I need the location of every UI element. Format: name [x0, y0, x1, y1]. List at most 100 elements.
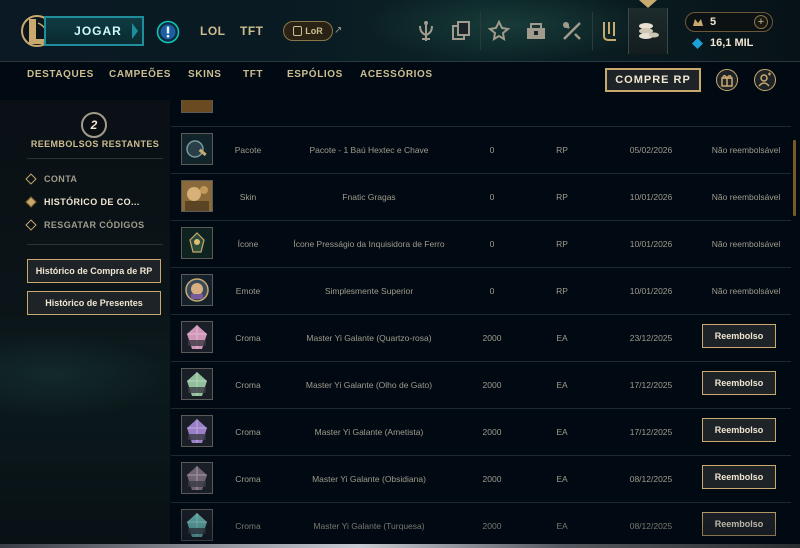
purchase-history-table: Pacote Pacote - 1 Baú Hextec e Chave 0 RP 05…	[171, 100, 791, 548]
refund-button[interactable]: Reembolso	[702, 324, 776, 348]
table-row: Croma Master Yi Galante (Turquesa) 2000 EA 0…	[171, 502, 791, 548]
buy-rp-label: COMPRE RP	[615, 74, 691, 86]
crafting-icon[interactable]	[486, 18, 512, 44]
sidebar-item-label: CONTA	[44, 174, 78, 184]
store-nav-loot[interactable]: ESPÓLIOS	[287, 69, 343, 80]
lor-button[interactable]: LoR	[283, 21, 333, 41]
play-button-label: JOGAR	[74, 24, 122, 38]
mode-lol-link[interactable]: LOL	[200, 24, 226, 38]
item-type: Emote	[235, 286, 261, 296]
diamond-icon	[25, 219, 37, 231]
store-nav-accessories[interactable]: ACESSÓRIOS	[360, 69, 433, 80]
item-type: Croma	[235, 333, 261, 343]
item-name: Master Yi Galante (Turquesa)	[313, 521, 425, 531]
nav-divider	[592, 12, 593, 50]
refund-status: Não reembolsável	[711, 286, 781, 296]
rp-icon	[692, 16, 704, 28]
table-row: Croma Master Yi Galante (Ametista) 2000 EA 1…	[171, 408, 791, 455]
item-cost: 2000	[482, 333, 502, 343]
active-tab-indicator	[639, 0, 657, 8]
sidebar-divider	[27, 158, 163, 159]
chroma-icon	[181, 415, 213, 447]
refunds-remaining-count: 2	[81, 112, 107, 138]
hextec-chest-icon	[181, 133, 213, 165]
item-currency: RP	[556, 239, 568, 249]
play-button[interactable]: JOGAR	[44, 16, 144, 46]
item-cost: 2000	[482, 427, 502, 437]
sidebar-item-label: HISTÓRICO DE CO...	[44, 197, 140, 207]
item-name: Ícone Presságio da Inquisidora de Ferro	[293, 239, 445, 249]
store-nav-champions[interactable]: CAMPEÕES	[109, 69, 171, 80]
item-cost: 0	[489, 145, 495, 155]
gift-history-button[interactable]: Histórico de Presentes	[27, 291, 161, 315]
refunds-remaining-label: REEMBOLSOS RESTANTES	[30, 139, 160, 149]
table-row: Croma Master Yi Galante (Olho de Gato) 200…	[171, 361, 791, 408]
purchase-date: 08/12/2025	[629, 474, 673, 484]
refund-status: Não reembolsável	[711, 145, 781, 155]
summoner-icon	[181, 227, 213, 259]
item-name: Master Yi Galante (Olho de Gato)	[305, 380, 433, 390]
table-row: Pacote Pacote - 1 Baú Hextec e Chave 0 RP 05…	[171, 126, 791, 173]
sidebar-item-purchase-history[interactable]: HISTÓRICO DE CO...	[25, 196, 140, 208]
account-button[interactable]	[754, 69, 776, 91]
add-rp-button[interactable]: +	[754, 15, 768, 29]
purchase-date: 17/12/2025	[629, 427, 673, 437]
item-currency: EA	[556, 333, 568, 343]
window-bottom-edge	[0, 544, 800, 548]
loot-icon[interactable]	[523, 18, 549, 44]
account-sidebar	[0, 100, 170, 548]
gift-button[interactable]	[716, 69, 738, 91]
chroma-icon	[181, 368, 213, 400]
table-row: Emote Simplesmente Superior 0 RP 10/01/2026 N…	[171, 267, 791, 314]
alert-icon[interactable]	[156, 20, 180, 44]
refund-button[interactable]: Reembolso	[702, 512, 776, 536]
sidebar-item-label: RESGATAR CÓDIGOS	[44, 220, 145, 230]
item-name: Master Yi Galante (Quartzo-rosa)	[306, 333, 432, 343]
lor-logo-icon	[293, 26, 303, 36]
purchase-date: 08/12/2025	[629, 521, 673, 531]
purchase-date: 17/12/2025	[629, 380, 673, 390]
store-nav-skins[interactable]: SKINS	[188, 69, 222, 80]
table-row: Ícone Ícone Presságio da Inquisidora de F…	[171, 220, 791, 267]
buy-rp-button[interactable]: COMPRE RP	[605, 68, 701, 92]
item-name: Simplesmente Superior	[324, 286, 414, 296]
item-type: Croma	[235, 521, 261, 531]
item-currency: EA	[556, 474, 568, 484]
item-currency: RP	[556, 145, 568, 155]
item-type: Croma	[235, 474, 261, 484]
item-cost: 2000	[482, 521, 502, 531]
rp-purchase-history-button[interactable]: Histórico de Compra de RP	[27, 259, 161, 283]
sidebar-item-redeem-codes[interactable]: RESGATAR CÓDIGOS	[25, 219, 145, 231]
lor-label: LoR	[305, 26, 323, 36]
item-name: Pacote - 1 Baú Hextec e Chave	[309, 145, 429, 155]
table-row: Croma Master Yi Galante (Obsidiana) 2000 EA…	[171, 455, 791, 502]
clash-icon[interactable]	[597, 18, 623, 44]
sidebar-item-account[interactable]: CONTA	[25, 173, 78, 185]
scrollbar-thumb[interactable]	[793, 140, 796, 216]
table-row-clipped	[171, 100, 791, 127]
chroma-icon	[181, 509, 213, 541]
profile-icon[interactable]	[413, 18, 439, 44]
item-type: Croma	[235, 380, 261, 390]
refund-button[interactable]: Reembolso	[702, 465, 776, 489]
nav-divider	[480, 12, 481, 50]
tft-icon[interactable]	[559, 18, 585, 44]
table-row: Skin Fnatic Gragas 0 RP 10/01/2026 Não reembo…	[171, 173, 791, 220]
item-currency: EA	[556, 521, 568, 531]
store-nav-tft[interactable]: TFT	[243, 69, 263, 80]
store-nav-featured[interactable]: DESTAQUES	[27, 69, 94, 80]
gift-icon	[721, 74, 733, 87]
collection-icon[interactable]	[448, 18, 474, 44]
diamond-icon	[25, 196, 37, 208]
blue-essence-icon	[692, 38, 703, 49]
item-currency: RP	[556, 286, 568, 296]
item-name: Master Yi Galante (Ametista)	[314, 427, 424, 437]
refund-status: Não reembolsável	[711, 192, 781, 202]
table-row: Croma Master Yi Galante (Quartzo-rosa) 200…	[171, 314, 791, 361]
refund-button[interactable]: Reembolso	[702, 418, 776, 442]
store-icon[interactable]	[635, 18, 661, 44]
mode-tft-link[interactable]: TFT	[240, 24, 264, 38]
account-icon	[758, 72, 771, 87]
sidebar-glow	[0, 330, 170, 420]
refund-button[interactable]: Reembolso	[702, 371, 776, 395]
